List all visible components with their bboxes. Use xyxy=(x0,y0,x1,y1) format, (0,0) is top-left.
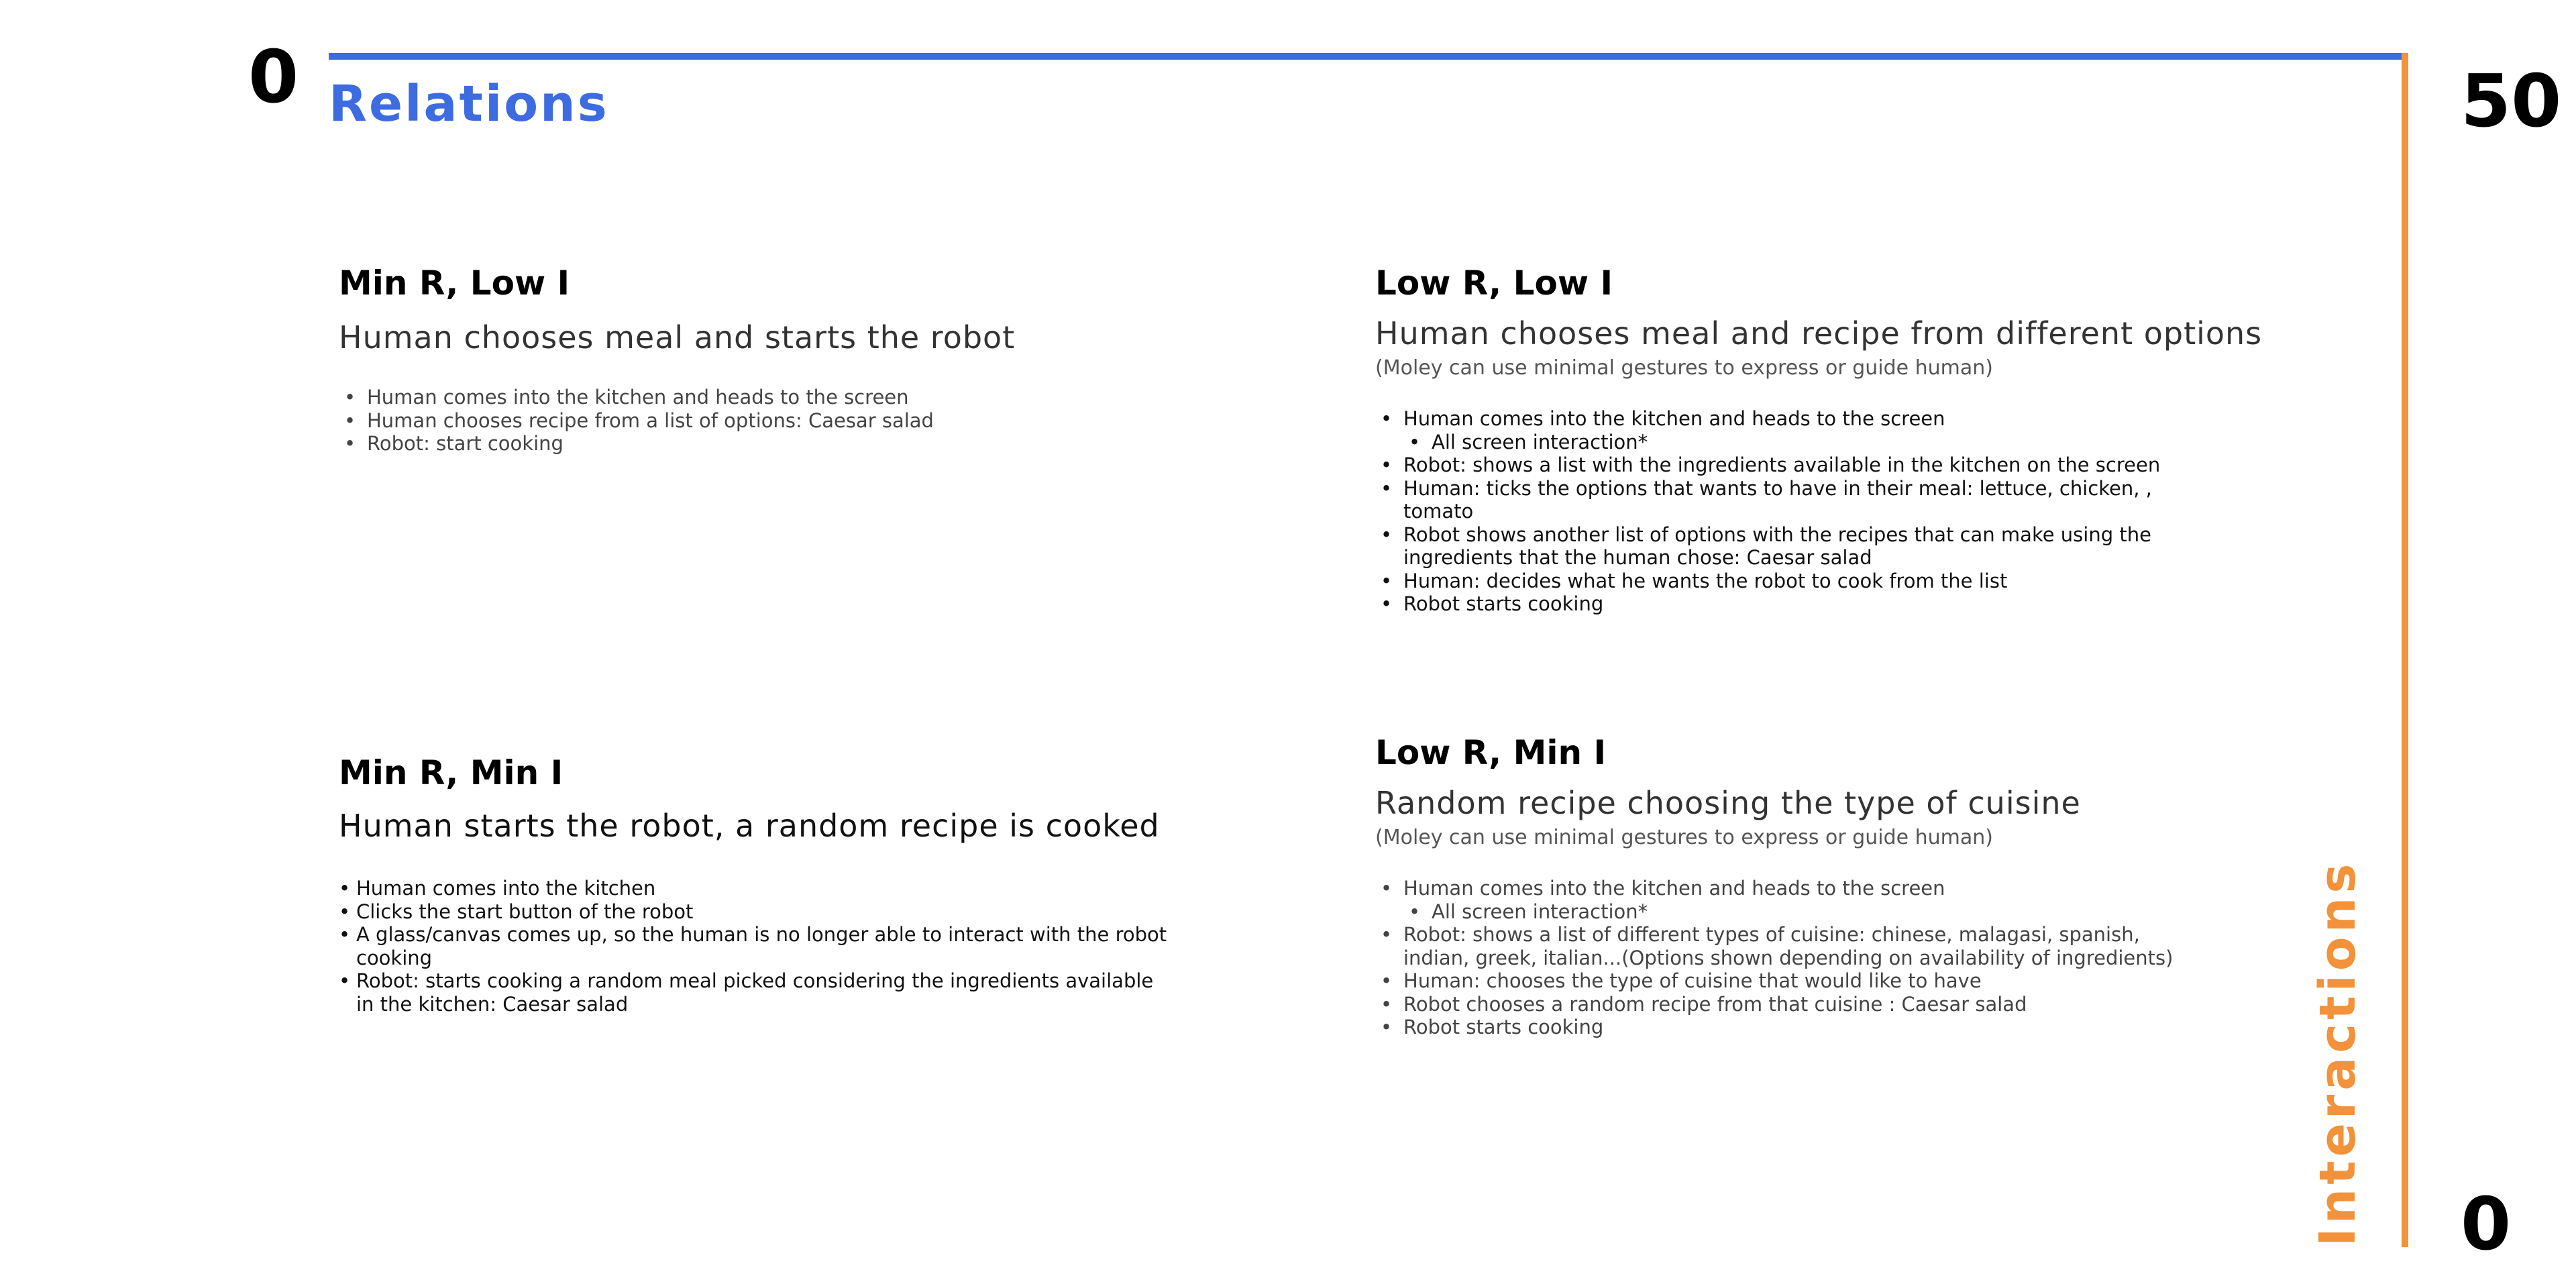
list-item: Robot starts cooking xyxy=(1375,592,2207,616)
quadrant-min-r-min-i: Min R, Min I Human starts the robot, a r… xyxy=(339,753,1171,1016)
quadrant-subtitle: Random recipe choosing the type of cuisi… xyxy=(1375,785,2081,821)
quadrant-title: Min R, Min I xyxy=(339,753,564,792)
quadrant-title: Low R, Min I xyxy=(1375,733,1607,772)
list-item: Human: ticks the options that wants to h… xyxy=(1375,477,2207,523)
interactions-axis-line xyxy=(2402,53,2408,1247)
list-item: Robot starts cooking xyxy=(1375,1016,2207,1039)
quadrant-title: Min R, Low I xyxy=(339,264,570,303)
quadrant-title: Low R, Low I xyxy=(1375,264,1613,303)
list-item: Human comes into the kitchen and heads t… xyxy=(339,386,1171,409)
list-item: Human comes into the kitchen and heads t… xyxy=(1375,407,2207,431)
list-item: Robot: starts cooking a random meal pick… xyxy=(339,969,1171,1016)
list-item: Human chooses recipe from a list of opti… xyxy=(339,409,1171,433)
quadrant-subtitle: Human chooses meal and recipe from diffe… xyxy=(1375,315,2263,352)
list-item: Human: decides what he wants the robot t… xyxy=(1375,570,2207,593)
list-item: Human comes into the kitchen and heads t… xyxy=(1375,877,2207,900)
interactions-axis-label: Interactions xyxy=(2309,859,2367,1246)
relations-axis-line xyxy=(329,53,2408,60)
list-sub-item: All screen interaction* xyxy=(1375,431,2207,454)
list-item: A glass/canvas comes up, so the human is… xyxy=(339,923,1171,969)
quadrant-subtitle: Human chooses meal and starts the robot xyxy=(339,319,1016,356)
list-item: Robot: shows a list with the ingredients… xyxy=(1375,453,2207,477)
list-item: Clicks the start button of the robot xyxy=(339,900,1171,924)
quadrant-min-r-low-i: Min R, Low I Human chooses meal and star… xyxy=(339,263,1171,455)
list-item: Robot shows another list of options with… xyxy=(1375,523,2207,570)
quadrant-subtitle: Human starts the robot, a random recipe … xyxy=(339,808,1160,844)
quadrant-steps-list: Human comes into the kitchen Clicks the … xyxy=(339,877,1171,1016)
quadrant-steps-list: Human comes into the kitchen and heads t… xyxy=(339,386,1171,455)
list-item: Robot chooses a random recipe from that … xyxy=(1375,993,2207,1016)
quadrant-low-r-min-i: Low R, Min I Random recipe choosing the … xyxy=(1375,733,2207,1039)
list-item: Robot: start cooking xyxy=(339,432,1171,455)
list-item: Human: chooses the type of cuisine that … xyxy=(1375,969,2207,993)
quadrant-note: (Moley can use minimal gestures to expre… xyxy=(1375,826,1993,850)
relations-axis-label: Relations xyxy=(329,75,609,133)
list-item: Robot: shows a list of different types o… xyxy=(1375,923,2207,969)
quadrant-steps-list: Human comes into the kitchen and heads t… xyxy=(1375,877,2207,1039)
list-item: Human comes into the kitchen xyxy=(339,877,1171,900)
quadrant-steps-list: Human comes into the kitchen and heads t… xyxy=(1375,407,2207,616)
relations-max-number: 50 xyxy=(2461,60,2562,144)
interactions-min-number: 0 xyxy=(2461,1183,2512,1267)
quadrant-low-r-low-i: Low R, Low I Human chooses meal and reci… xyxy=(1375,263,2263,616)
list-sub-item: All screen interaction* xyxy=(1375,900,2207,924)
axis-origin-number: 0 xyxy=(248,36,299,119)
quadrant-note: (Moley can use minimal gestures to expre… xyxy=(1375,356,1993,380)
